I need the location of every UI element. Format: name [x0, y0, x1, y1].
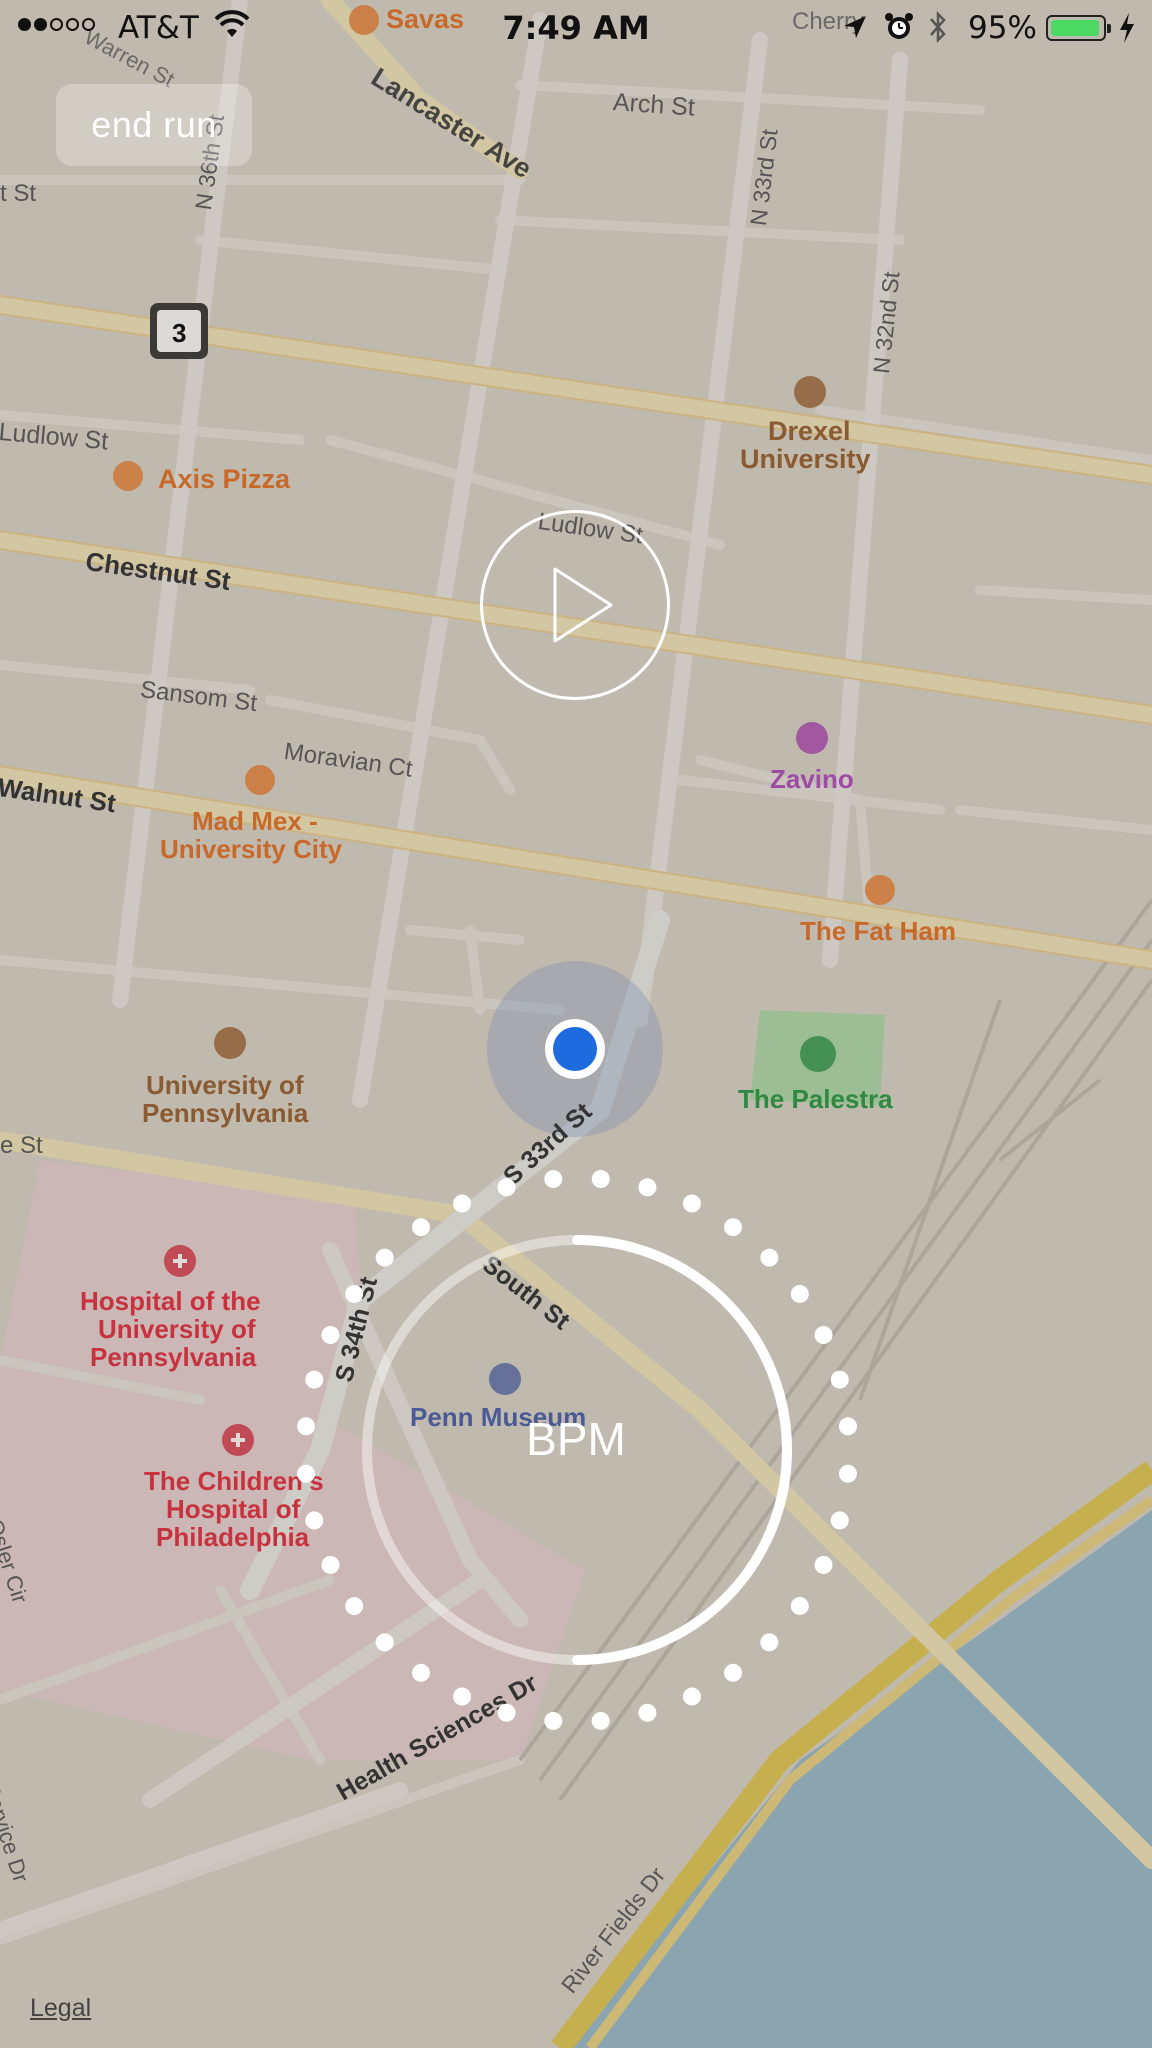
bpm-dot: [453, 1687, 472, 1706]
st-left-label: t St: [0, 180, 37, 207]
bpm-dot: [544, 1170, 563, 1189]
bpm-dot: [760, 1248, 779, 1267]
status-bar: AT&T 7:49 AM 95%: [0, 0, 1152, 58]
drexel-label-2: University: [740, 444, 871, 474]
chop-label-2: Hospital of: [166, 1494, 301, 1524]
bluetooth-icon: [930, 10, 946, 44]
battery-percent: 95%: [968, 10, 1037, 46]
fat-ham-label: The Fat Ham: [800, 916, 957, 946]
charging-bolt-icon: [1120, 13, 1134, 43]
bpm-dot: [682, 1194, 701, 1213]
drexel-label-1: Drexel: [768, 416, 851, 446]
upenn-label-2: Pennsylvania: [142, 1098, 309, 1128]
bpm-dot: [321, 1555, 340, 1574]
bpm-dot: [345, 1284, 364, 1303]
bpm-dot: [838, 1464, 857, 1483]
bpm-dot: [591, 1170, 610, 1189]
bpm-dot: [375, 1248, 394, 1267]
bpm-dot: [297, 1464, 316, 1483]
sansom-street-label: Sansom St: [138, 676, 259, 718]
zavino-label: Zavino: [770, 764, 854, 794]
arch-street-label: Arch St: [612, 88, 696, 122]
service-dr-label: Service Dr: [0, 1780, 34, 1886]
running-app-screen: Savas Cherry Warren St Lancaster Ave Arc…: [0, 0, 1152, 2048]
n33-street-label: N 33rd St: [745, 127, 783, 228]
mad-mex-label-1: Mad Mex -: [192, 806, 318, 836]
bpm-dot: [638, 1703, 657, 1722]
bpm-dot: [638, 1178, 657, 1197]
bpm-label: BPM: [526, 1413, 626, 1465]
battery-icon: [1046, 15, 1111, 41]
ludlow-street-west-label: Ludlow St: [0, 418, 110, 456]
bpm-dot: [682, 1687, 701, 1706]
bpm-dot: [814, 1555, 833, 1574]
chestnut-street-label: Chestnut St: [83, 546, 233, 597]
location-arrow-icon: [844, 16, 866, 38]
bpm-dot: [411, 1218, 430, 1237]
bpm-dot: [411, 1663, 430, 1682]
play-button[interactable]: [480, 510, 670, 700]
bpm-dot: [790, 1597, 809, 1616]
osler-cir-label: Osler Cir: [0, 1516, 33, 1607]
moravian-ct-label: Moravian Ct: [282, 738, 415, 783]
bpm-dot: [453, 1194, 472, 1213]
lancaster-ave-label: Lancaster Ave: [366, 62, 537, 185]
hup-label-1: Hospital of the: [80, 1286, 261, 1316]
bpm-dot: [544, 1711, 563, 1730]
palestra-label: The Palestra: [738, 1084, 893, 1114]
hup-label-3: Pennsylvania: [90, 1342, 257, 1372]
end-run-button[interactable]: end run: [56, 84, 252, 166]
walnut-street-label: Walnut St: [0, 772, 118, 819]
bpm-dot: [830, 1370, 849, 1389]
bpm-dot: [724, 1218, 743, 1237]
bpm-dot: [345, 1597, 364, 1616]
bpm-dot: [497, 1178, 516, 1197]
upenn-label-1: University of: [146, 1070, 304, 1100]
bpm-dot: [321, 1326, 340, 1345]
route-badge-number: 3: [172, 318, 187, 348]
bpm-dot: [760, 1633, 779, 1652]
bpm-dot: [790, 1284, 809, 1303]
bpm-dot: [497, 1703, 516, 1722]
bpm-dot: [724, 1663, 743, 1682]
alarm-clock-icon: [885, 13, 913, 39]
n32-street-label: N 32nd St: [868, 270, 905, 375]
hup-label-2: University of: [98, 1314, 256, 1344]
legal-link[interactable]: Legal: [30, 1994, 91, 2023]
map-labels: Savas Cherry Warren St Lancaster Ave Arc…: [0, 0, 1152, 2048]
e-street-label: e St: [0, 1132, 43, 1159]
river-fields-dr-label: River Fields Dr: [556, 1862, 671, 1999]
bpm-dot: [305, 1511, 324, 1530]
mad-mex-label-2: University City: [160, 834, 343, 864]
axis-pizza-label: Axis Pizza: [158, 464, 291, 494]
bpm-dot: [814, 1326, 833, 1345]
bpm-dot: [591, 1711, 610, 1730]
bpm-dot: [830, 1511, 849, 1530]
bpm-dot: [375, 1633, 394, 1652]
play-icon: [553, 567, 613, 643]
bpm-dot: [305, 1370, 324, 1389]
